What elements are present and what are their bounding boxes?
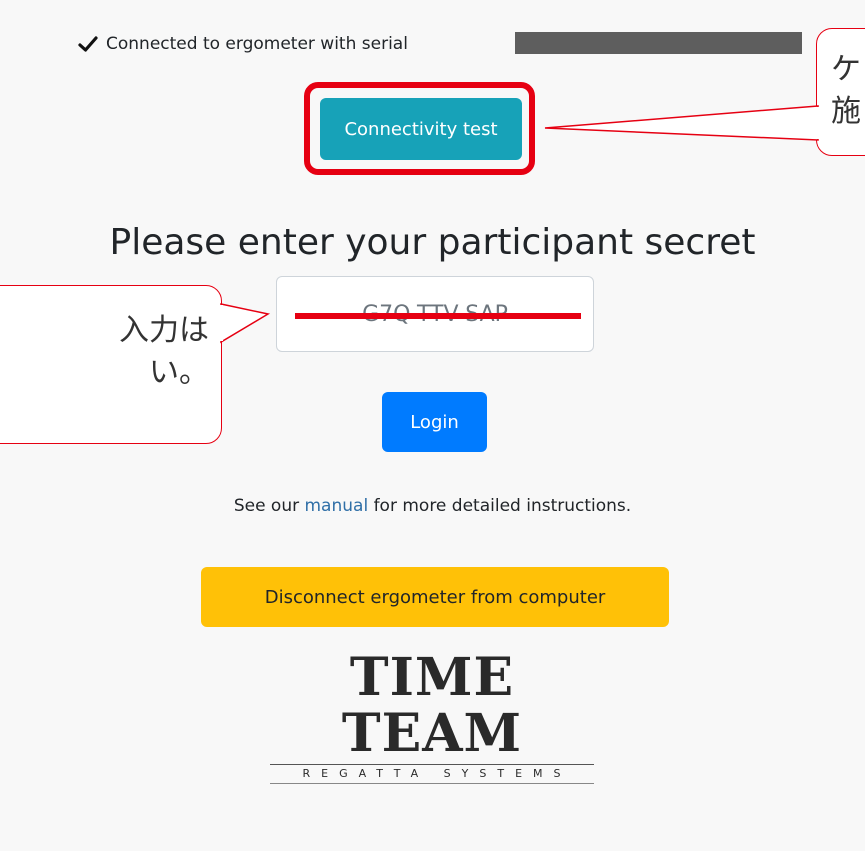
login-button[interactable]: Login: [382, 392, 487, 452]
annotation-callout-right-line1: ケ: [831, 52, 861, 87]
annotation-callout-left: 入力は い。: [0, 285, 222, 444]
annotation-callout-right: ケ 施: [816, 28, 865, 156]
manual-link[interactable]: manual: [305, 496, 369, 516]
page-title: Please enter your participant secret: [109, 222, 756, 263]
annotation-strike-line: [295, 313, 581, 319]
annotation-callout-right-tail: [544, 105, 820, 141]
time-team-logo: TIME TEAM REGATTA SYSTEMS: [262, 650, 602, 784]
logo-sub-text: REGATTA SYSTEMS: [302, 767, 572, 780]
manual-instructions: See our manual for more detailed instruc…: [0, 496, 865, 516]
connection-status: Connected to ergometer with serial: [78, 32, 408, 56]
logo-rule: [270, 764, 594, 765]
annotation-highlight-box: [304, 82, 535, 175]
logo-rule-bottom: [270, 783, 594, 784]
logo-main-text: TIME TEAM: [341, 647, 523, 764]
annotation-callout-right-line2: 施: [831, 94, 861, 129]
annotation-callout-left-line2: い。: [149, 355, 209, 390]
disconnect-ergometer-button[interactable]: Disconnect ergometer from computer: [201, 567, 669, 627]
check-icon: [78, 36, 98, 52]
annotation-callout-left-line1: 入力は: [119, 313, 209, 348]
annotation-callout-left-tail: [219, 303, 271, 344]
manual-suffix: for more detailed instructions.: [368, 496, 632, 516]
connection-status-text: Connected to ergometer with serial: [106, 34, 408, 54]
serial-redaction: [515, 32, 802, 54]
manual-prefix: See our: [233, 496, 305, 516]
